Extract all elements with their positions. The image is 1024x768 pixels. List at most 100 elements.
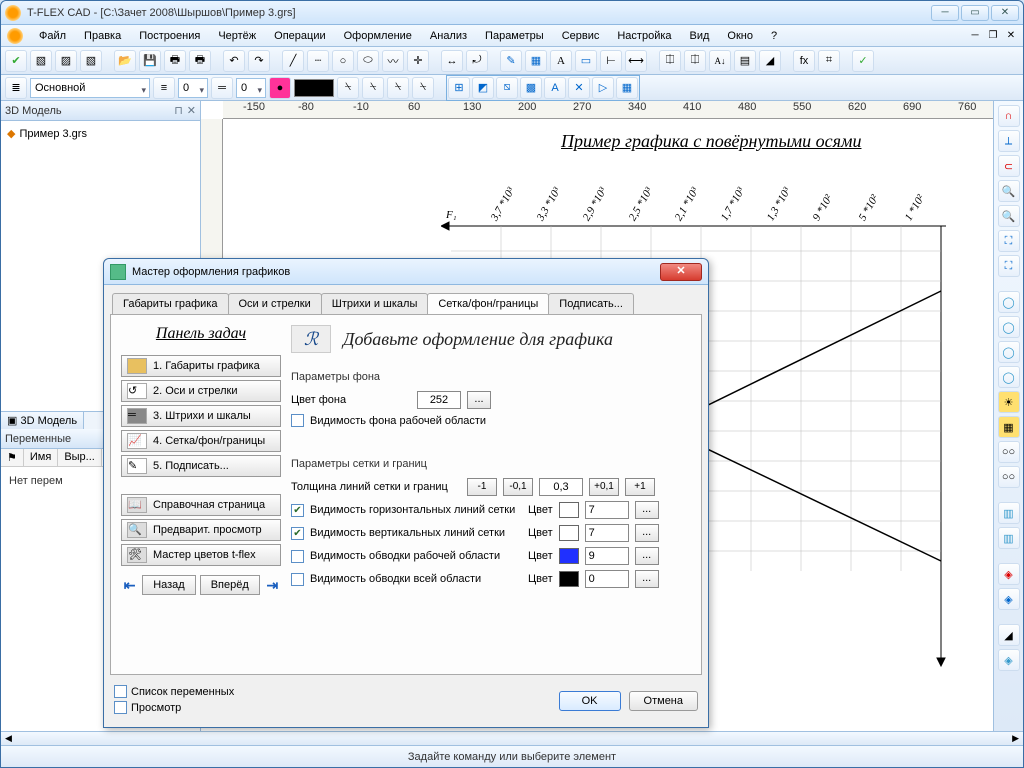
vgrid-swatch[interactable] <box>559 525 579 541</box>
preview-checkbox[interactable] <box>114 701 127 714</box>
minimize-button[interactable]: ─ <box>931 5 959 21</box>
menu-file[interactable]: Файл <box>31 28 74 44</box>
tool-sketch-icon[interactable]: ✎ <box>500 50 522 72</box>
tab-dimensions[interactable]: Габариты графика <box>112 293 229 314</box>
col-expr[interactable]: Выр... <box>58 449 102 466</box>
tool-new-icon[interactable]: ▧ <box>30 50 52 72</box>
menu-edit[interactable]: Правка <box>76 28 129 44</box>
close-button[interactable]: ✕ <box>991 5 1019 21</box>
tool-line-icon[interactable]: ╱ <box>282 50 304 72</box>
panel-close-icon[interactable]: ✕ <box>187 101 196 121</box>
mdi-minimize[interactable]: ─ <box>967 29 983 43</box>
layers2-icon[interactable]: ▥ <box>998 527 1020 549</box>
bg-color-input[interactable]: 252 <box>417 391 461 409</box>
task-axes[interactable]: ↺2. Оси и стрелки <box>121 380 281 402</box>
tool-hatch-icon[interactable]: ▦ <box>525 50 547 72</box>
tool-redo-icon[interactable]: ↷ <box>248 50 270 72</box>
workarea-color-input[interactable]: 9 <box>585 547 629 565</box>
hgrid-color-browse[interactable]: ... <box>635 501 659 519</box>
task-dimensions[interactable]: 1. Габариты графика <box>121 355 281 377</box>
magnet-icon[interactable]: ∩ <box>998 105 1020 127</box>
layer-dropdown[interactable]: Основной <box>30 78 150 98</box>
menu-analysis[interactable]: Анализ <box>422 28 475 44</box>
task-help[interactable]: 📖Справочная страница <box>121 494 281 516</box>
nav-last[interactable]: ⇥ <box>264 574 281 596</box>
tab-labels[interactable]: Подписать... <box>548 293 634 314</box>
snap7-icon[interactable]: ▷ <box>592 77 614 99</box>
menu-formatting[interactable]: Оформление <box>336 28 420 44</box>
tool-circle-icon[interactable]: ○ <box>332 50 354 72</box>
view7-icon[interactable]: ○○ <box>998 441 1020 463</box>
tool-axis-icon[interactable]: ⊢ <box>600 50 622 72</box>
pin-icon[interactable]: ⊓ <box>174 101 183 121</box>
cube2-icon[interactable]: ◈ <box>998 588 1020 610</box>
tool-fx-icon[interactable]: fx <box>793 50 815 72</box>
filter3-icon[interactable]: ⍀ <box>387 77 409 99</box>
tool-new3-icon[interactable]: ▧ <box>80 50 102 72</box>
linetype-icon[interactable]: ≡ <box>153 77 175 99</box>
task-preview[interactable]: 🔍Предварит. просмотр <box>121 519 281 541</box>
tool-dim-icon[interactable]: ↔ <box>441 50 463 72</box>
tab-3d-model[interactable]: ▣ 3D Модель <box>1 412 84 429</box>
thickness-plus01[interactable]: +0,1 <box>589 478 619 496</box>
tool-open-icon[interactable]: 📂 <box>114 50 136 72</box>
snap6-icon[interactable]: ✕ <box>568 77 590 99</box>
menu-help[interactable]: ? <box>763 28 785 44</box>
hgrid-swatch[interactable] <box>559 502 579 518</box>
magnet2-icon[interactable]: ⊂ <box>998 155 1020 177</box>
tool-arc-icon[interactable]: ⤾ <box>466 50 488 72</box>
zoomin-icon[interactable]: 🔍 <box>998 180 1020 202</box>
extents-icon[interactable]: ⛶ <box>998 255 1020 277</box>
ok-button[interactable]: OK <box>559 691 621 711</box>
snap2-icon[interactable]: ◩ <box>472 77 494 99</box>
tool-block1-icon[interactable]: ⎅ <box>659 50 681 72</box>
hgrid-checkbox[interactable]: ✔ <box>291 504 304 517</box>
thickness-minus01[interactable]: -0,1 <box>503 478 533 496</box>
menu-parameters[interactable]: Параметры <box>477 28 552 44</box>
mdi-restore[interactable]: ❐ <box>985 29 1001 43</box>
tool-weld-icon[interactable]: ◢ <box>759 50 781 72</box>
menu-drawing[interactable]: Чертёж <box>210 28 264 44</box>
thickness-minus1[interactable]: -1 <box>467 478 497 496</box>
view5-icon[interactable]: ☀ <box>998 391 1020 413</box>
fullarea-color-input[interactable]: 0 <box>585 570 629 588</box>
filter2-icon[interactable]: ⍀ <box>362 77 384 99</box>
menu-settings[interactable]: Настройка <box>609 28 679 44</box>
tool-point-icon[interactable]: ✛ <box>407 50 429 72</box>
tool-dashline-icon[interactable]: ┄ <box>307 50 329 72</box>
vgrid-checkbox[interactable]: ✔ <box>291 527 304 540</box>
maximize-button[interactable]: ▭ <box>961 5 989 21</box>
tool-new2-icon[interactable]: ▨ <box>55 50 77 72</box>
tab-grid[interactable]: Сетка/фон/границы <box>427 293 549 314</box>
mdi-close[interactable]: ✕ <box>1003 29 1019 43</box>
bg-visibility-checkbox[interactable] <box>291 414 304 427</box>
snap1-icon[interactable]: ⊞ <box>448 77 470 99</box>
task-grid[interactable]: 📈4. Сетка/фон/границы <box>121 430 281 452</box>
fullarea-border-checkbox[interactable] <box>291 573 304 586</box>
tool-text-icon[interactable]: A <box>550 50 572 72</box>
cube3-icon[interactable]: ◈ <box>998 649 1020 671</box>
view1-icon[interactable]: ◯ <box>998 291 1020 313</box>
menu-constructions[interactable]: Построения <box>131 28 208 44</box>
bg-color-browse[interactable]: ... <box>467 391 491 409</box>
tool-ok-icon[interactable]: ✔ <box>5 50 27 72</box>
task-colors[interactable]: 🛠Мастер цветов t-flex <box>121 544 281 566</box>
tree-item[interactable]: ◆ Пример 3.grs <box>5 125 196 142</box>
fullarea-color-browse[interactable]: ... <box>635 570 659 588</box>
task-labels[interactable]: ✎5. Подписать... <box>121 455 281 477</box>
tool-print2-icon[interactable]: 🖶 <box>189 50 211 72</box>
view2-icon[interactable]: ◯ <box>998 316 1020 338</box>
varlist-checkbox[interactable] <box>114 685 127 698</box>
tool-print-icon[interactable]: 🖶 <box>164 50 186 72</box>
linetype-dropdown[interactable]: 0 <box>178 78 208 98</box>
layer-icon[interactable]: ≣ <box>5 77 27 99</box>
snap4-icon[interactable]: ▩ <box>520 77 542 99</box>
flag-icon[interactable]: ⚑ <box>1 449 24 466</box>
tool-spline-icon[interactable]: 〰 <box>382 50 404 72</box>
snap5-icon[interactable]: A <box>544 77 566 99</box>
layers-icon[interactable]: ▥ <box>998 502 1020 524</box>
tool-dimension-icon[interactable]: ⟷ <box>625 50 647 72</box>
tool-note-icon[interactable]: ▤ <box>734 50 756 72</box>
tool-calc-icon[interactable]: ⌗ <box>818 50 840 72</box>
workarea-border-checkbox[interactable] <box>291 550 304 563</box>
